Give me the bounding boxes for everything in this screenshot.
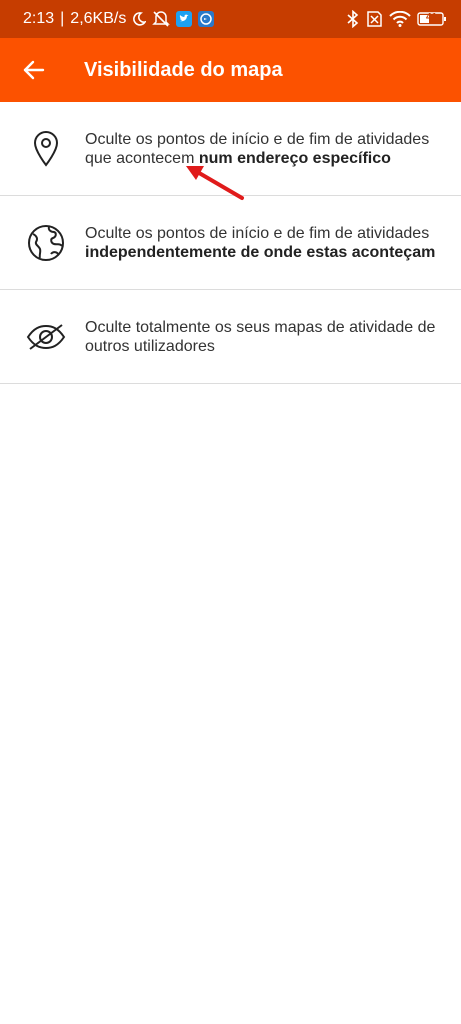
battery-level: 41 — [426, 12, 438, 23]
status-time: 2:13 — [23, 10, 55, 27]
arrow-left-icon — [23, 60, 45, 80]
bluetooth-icon — [347, 10, 359, 28]
app-icon — [198, 11, 215, 27]
twitter-icon — [176, 11, 193, 27]
option-description: Oculte os pontos de início e de fim de a… — [85, 224, 443, 262]
back-button[interactable] — [10, 46, 58, 94]
no-sim-icon — [365, 11, 383, 27]
option-text: Oculte os pontos de início e de fim de a… — [85, 224, 430, 242]
status-speed: 2,6KB/s — [70, 10, 127, 27]
mute-icon — [152, 11, 171, 27]
option-specific-address[interactable]: Oculte os pontos de início e de fim de a… — [0, 102, 461, 196]
option-hide-maps[interactable]: Oculte totalmente os seus mapas de ativi… — [0, 290, 461, 384]
option-anywhere[interactable]: Oculte os pontos de início e de fim de a… — [0, 196, 461, 290]
options-list: Oculte os pontos de início e de fim de a… — [0, 102, 461, 384]
option-text: Oculte totalmente os seus mapas de ativi… — [85, 318, 436, 355]
status-bar: 2:13 | 2,6KB/s 41 — [0, 0, 461, 38]
wifi-icon — [389, 11, 411, 27]
page-title: Visibilidade do mapa — [84, 58, 283, 81]
app-bar: Visibilidade do mapa — [0, 38, 461, 102]
status-left: 2:13 | 2,6KB/s — [23, 10, 215, 28]
map-pin-icon — [26, 129, 66, 169]
battery-icon: 41 — [417, 11, 447, 27]
eye-off-icon — [26, 317, 66, 357]
option-text-bold: independentemente de onde estas aconteça… — [85, 243, 436, 261]
option-text-bold: num endereço específico — [198, 149, 391, 167]
moon-icon — [132, 12, 147, 26]
status-separator: | — [60, 10, 65, 27]
globe-icon — [26, 223, 66, 263]
status-right: 41 — [347, 10, 447, 28]
option-description: Oculte totalmente os seus mapas de ativi… — [85, 318, 443, 356]
option-description: Oculte os pontos de início e de fim de a… — [85, 130, 443, 168]
